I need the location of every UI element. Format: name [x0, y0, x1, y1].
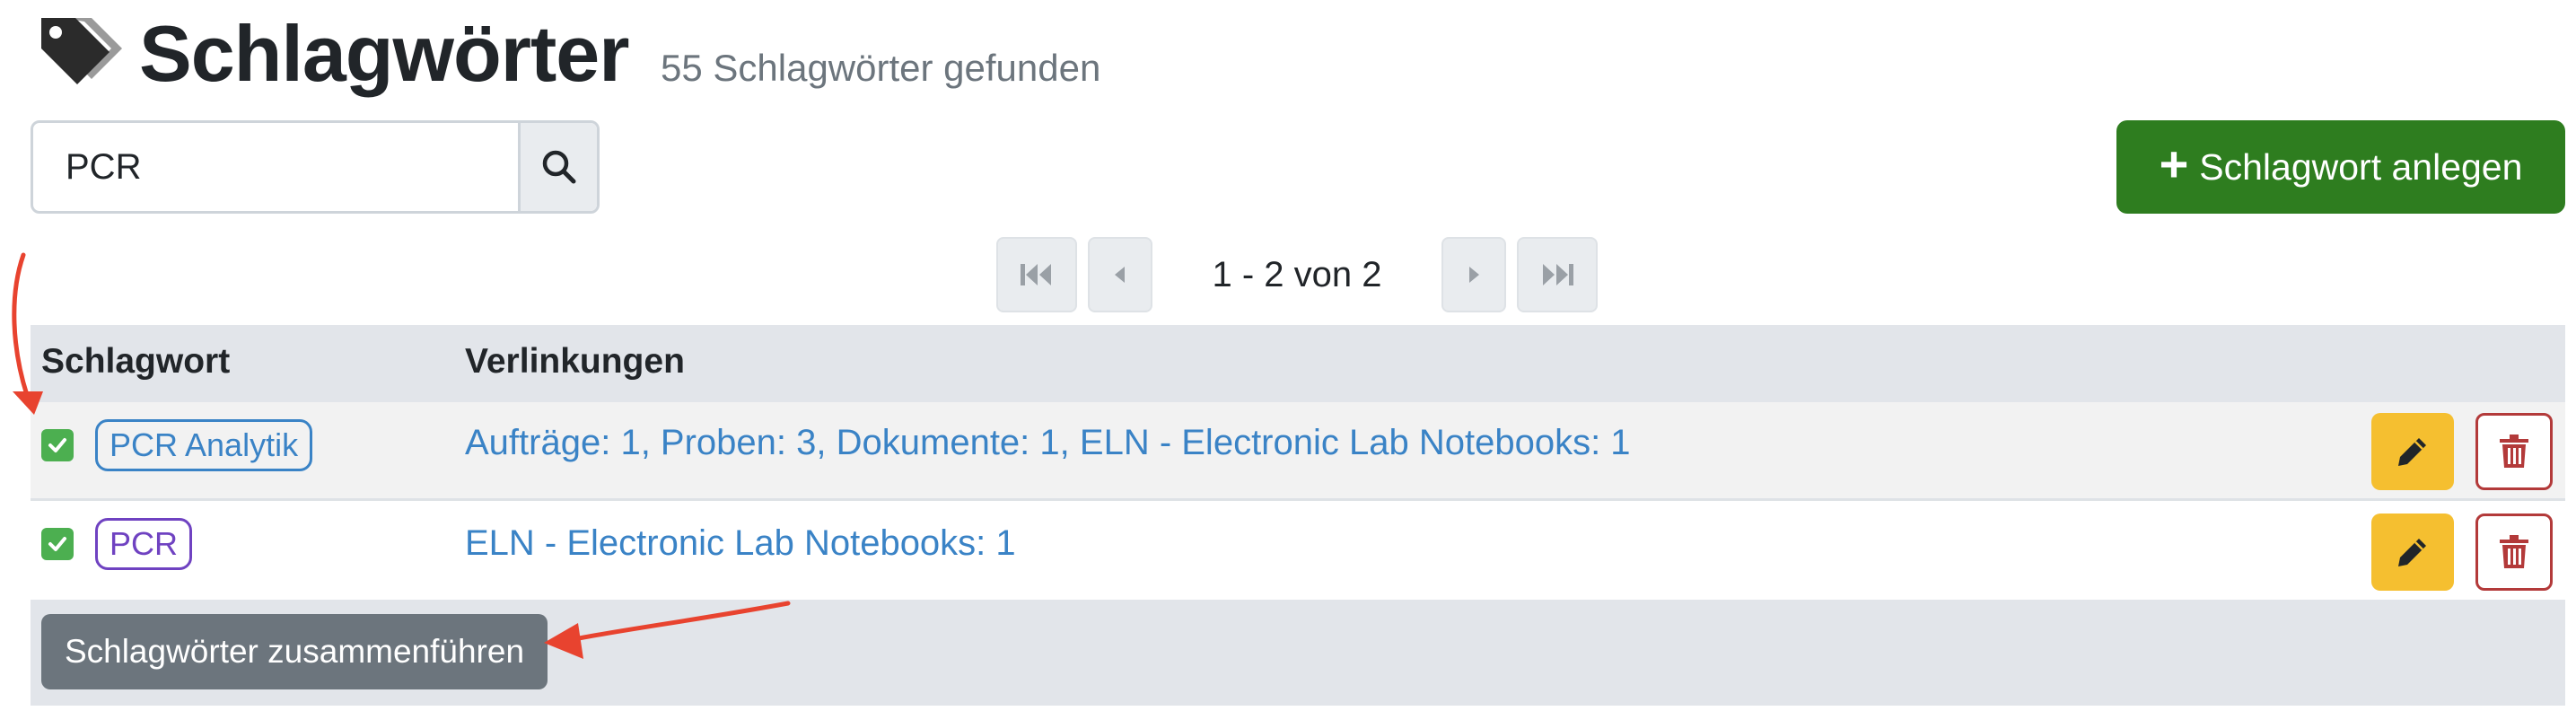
row-checkbox[interactable] [41, 528, 74, 560]
table-header [31, 325, 2565, 402]
tag-badge[interactable]: PCR Analytik [95, 419, 313, 471]
column-header-tag: Schlagwort [41, 342, 231, 381]
merge-tags-button[interactable]: Schlagwörter zusammenführen [41, 614, 548, 689]
delete-button[interactable] [2475, 413, 2553, 490]
column-header-links: Verlinkungen [465, 342, 685, 381]
first-page-icon [1021, 264, 1051, 285]
row-checkbox[interactable] [41, 429, 74, 461]
add-tag-button[interactable]: + Schlagwort anlegen [2116, 120, 2565, 214]
first-page-button[interactable] [996, 237, 1077, 312]
page-title: Schlagwörter [139, 9, 629, 98]
annotation-arrow-checkbox [12, 252, 30, 398]
link-eln[interactable]: ELN - Electronic Lab Notebooks: 1 [1080, 423, 1631, 462]
pencil-icon [2398, 539, 2426, 566]
link-eln[interactable]: ELN - Electronic Lab Notebooks: 1 [465, 523, 1016, 563]
links-cell: ELN - Electronic Lab Notebooks: 1 [465, 521, 1016, 566]
last-page-button[interactable] [1517, 237, 1598, 312]
search-input[interactable] [33, 123, 521, 211]
link-documents[interactable]: Dokumente: 1 [837, 423, 1060, 462]
links-cell: Aufträge: 1, Proben: 3, Dokumente: 1, EL… [465, 423, 1631, 462]
prev-page-button[interactable] [1088, 237, 1152, 312]
prev-page-icon [1115, 267, 1125, 283]
link-orders[interactable]: Aufträge: 1 [465, 423, 641, 462]
search-icon [542, 150, 575, 184]
trash-icon [2500, 535, 2528, 568]
pagination-info: 1 - 2 von 2 [1212, 255, 1382, 294]
plus-icon: + [2159, 136, 2189, 192]
link-samples[interactable]: Proben: 3 [661, 423, 816, 462]
next-page-icon [1469, 267, 1479, 283]
checkmark-icon [48, 438, 66, 452]
trash-icon [2500, 434, 2528, 468]
edit-button[interactable] [2371, 514, 2454, 591]
tags-icon [36, 14, 126, 88]
table-row [31, 501, 2565, 600]
search-group [31, 120, 600, 214]
pencil-icon [2398, 438, 2426, 466]
tag-badge[interactable]: PCR [95, 518, 193, 570]
next-page-button[interactable] [1441, 237, 1506, 312]
edit-button[interactable] [2371, 413, 2454, 490]
checkmark-icon [48, 537, 66, 551]
result-count: 55 Schlagwörter gefunden [661, 47, 1101, 89]
search-button[interactable] [518, 123, 597, 211]
last-page-icon [1543, 264, 1573, 285]
add-tag-label: Schlagwort anlegen [2199, 145, 2523, 188]
delete-button[interactable] [2475, 514, 2553, 591]
